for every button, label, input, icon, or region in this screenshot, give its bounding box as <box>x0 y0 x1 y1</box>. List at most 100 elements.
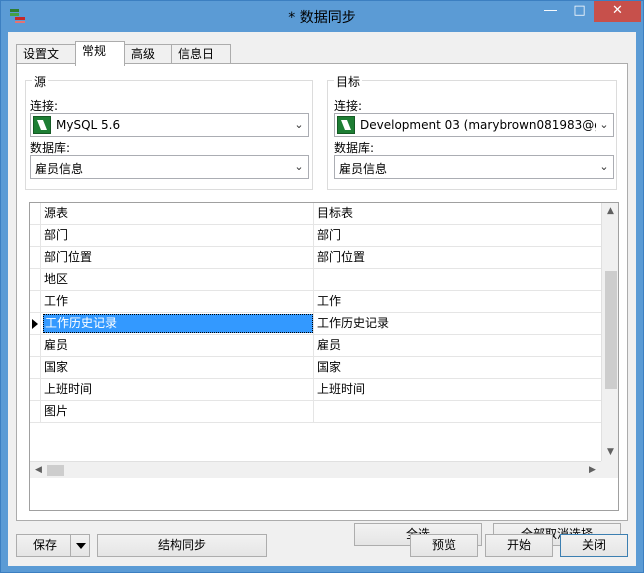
source-connection-value: MySQL 5.6 <box>56 118 121 132</box>
target-group: 目标 连接: Development 03 (marybrown081983@g… <box>327 73 617 190</box>
source-table-cell[interactable]: 上班时间 <box>42 379 314 401</box>
maximize-button[interactable]: □ <box>566 1 593 22</box>
header-source-table[interactable]: 源表 <box>42 203 314 225</box>
header-target-table[interactable]: 目标表 <box>315 203 601 225</box>
target-table-cell[interactable]: 工作历史记录 <box>315 313 601 335</box>
window-client-area: 设置文件 常规 高级 信息日志 源 连接: MySQL 5.6 ⌄ 数据库: 雇… <box>8 32 636 566</box>
source-table-name: 地区 <box>44 272 69 286</box>
start-button[interactable]: 开始 <box>485 534 553 557</box>
source-table-cell[interactable]: 图片 <box>42 401 314 423</box>
source-group: 源 连接: MySQL 5.6 ⌄ 数据库: 雇员信息 ⌄ <box>25 73 313 190</box>
table-row[interactable]: 部门位置 部门位置 <box>30 247 601 269</box>
target-database-label: 数据库: <box>334 141 375 155</box>
target-connection-select[interactable]: Development 03 (marybrown081983@gr ⌄ <box>334 113 614 137</box>
tab-profile[interactable]: 设置文件 <box>16 44 76 80</box>
horizontal-scrollbar[interactable]: ◀ ▶ <box>30 461 601 478</box>
table-row[interactable]: 图片 <box>30 401 601 423</box>
close-window-button[interactable]: ✕ <box>594 1 641 22</box>
target-table-cell[interactable]: 国家 <box>315 357 601 379</box>
scroll-down-icon[interactable]: ▼ <box>602 444 619 461</box>
chevron-down-icon: ⌄ <box>599 160 609 173</box>
preview-button[interactable]: 预览 <box>410 534 478 557</box>
source-database-select[interactable]: 雇员信息 ⌄ <box>30 155 309 179</box>
table-row[interactable]: 上班时间 上班时间 <box>30 379 601 401</box>
row-indicator-cell <box>30 357 41 379</box>
grid-header-row: 源表 目标表 <box>30 203 601 225</box>
source-connection-select[interactable]: MySQL 5.6 ⌄ <box>30 113 309 137</box>
source-database-label: 数据库: <box>30 141 71 155</box>
scroll-right-icon[interactable]: ▶ <box>584 462 601 479</box>
target-database-select[interactable]: 雇员信息 ⌄ <box>334 155 614 179</box>
table-row[interactable]: 部门 部门 <box>30 225 601 247</box>
tab-general[interactable]: 常规 <box>75 41 125 66</box>
tab-advanced[interactable]: 高级 <box>124 44 172 65</box>
row-indicator-cell <box>30 379 41 401</box>
source-table-name: 工作 <box>44 294 69 308</box>
close-button[interactable]: 关闭 <box>560 534 628 557</box>
table-row[interactable]: 工作 工作 <box>30 291 601 313</box>
horizontal-scroll-thumb[interactable] <box>47 465 64 476</box>
target-table-cell[interactable]: 工作 <box>315 291 601 313</box>
target-table-cell[interactable]: 雇员 <box>315 335 601 357</box>
scroll-up-icon[interactable]: ▲ <box>602 203 619 220</box>
scrollbar-corner <box>601 461 618 478</box>
target-connection-label: 连接: <box>334 99 363 113</box>
target-table-cell[interactable] <box>315 269 601 291</box>
tab-message-log[interactable]: 信息日志 <box>171 44 231 80</box>
connection-icon <box>337 116 355 134</box>
target-table-cell[interactable]: 上班时间 <box>315 379 601 401</box>
source-table-cell[interactable]: 工作 <box>42 291 314 313</box>
source-table-cell[interactable]: 地区 <box>42 269 314 291</box>
table-row[interactable]: 工作历史记录 工作历史记录 <box>30 313 601 335</box>
target-connection-value: Development 03 (marybrown081983@gr <box>360 118 596 132</box>
source-group-title: 源 <box>32 73 49 90</box>
source-table-cell[interactable]: 雇员 <box>42 335 314 357</box>
source-table-name: 图片 <box>44 404 69 418</box>
row-indicator-cell <box>30 247 41 269</box>
close-icon: ✕ <box>612 3 623 18</box>
data-sync-window: * 数据同步 ― □ ✕ 设置文件 常规 高级 信息日志 源 连接: <box>0 0 644 573</box>
source-table-cell[interactable]: 国家 <box>42 357 314 379</box>
target-group-title: 目标 <box>334 73 363 90</box>
save-button[interactable]: 保存 <box>16 534 90 557</box>
target-table-cell[interactable] <box>315 401 601 423</box>
vertical-scrollbar[interactable]: ▲ ▼ <box>601 203 618 461</box>
chevron-down-icon: ⌄ <box>294 160 304 173</box>
caret-down-icon <box>76 543 86 549</box>
structure-sync-button[interactable]: 结构同步 <box>97 534 267 557</box>
current-row-arrow-icon <box>32 319 38 329</box>
source-table-name: 部门位置 <box>44 250 93 264</box>
source-table-cell[interactable]: 部门位置 <box>42 247 314 269</box>
mysql-connection-icon <box>33 116 51 134</box>
table-row[interactable]: 雇员 雇员 <box>30 335 601 357</box>
minimize-button[interactable]: ― <box>537 1 564 22</box>
row-indicator-cell <box>30 335 41 357</box>
row-indicator-cell <box>30 269 41 291</box>
target-database-value: 雇员信息 <box>339 162 388 176</box>
vertical-scroll-thumb[interactable] <box>605 271 617 389</box>
table-mapping-grid: 源表 目标表 部门 部门 部门位置 部门位置 地区 工作 工作 工作历史记录 工作历史记录 雇员雇… <box>29 202 619 511</box>
target-table-cell[interactable]: 部门位置 <box>315 247 601 269</box>
scroll-left-icon[interactable]: ◀ <box>30 462 47 479</box>
table-row[interactable]: 国家 国家 <box>30 357 601 379</box>
target-table-cell[interactable]: 部门 <box>315 225 601 247</box>
row-indicator-cell <box>30 291 41 313</box>
general-tab-panel: 源 连接: MySQL 5.6 ⌄ 数据库: 雇员信息 ⌄ 目标 连接: Dev… <box>16 63 628 546</box>
minimize-icon: ― <box>544 3 557 18</box>
chevron-down-icon: ⌄ <box>599 118 609 131</box>
table-row[interactable]: 地区 <box>30 269 601 291</box>
source-table-cell[interactable]: 工作历史记录 <box>42 313 314 335</box>
grid-rows-area: 源表 目标表 部门 部门 部门位置 部门位置 地区 工作 工作 工作历史记录 工作历史记录 雇员雇… <box>30 203 601 461</box>
source-connection-label: 连接: <box>30 99 59 113</box>
source-table-name: 国家 <box>44 360 69 374</box>
source-table-name: 雇员 <box>44 338 69 352</box>
source-table-name: 部门 <box>44 228 69 242</box>
source-table-cell[interactable]: 部门 <box>42 225 314 247</box>
title-bar[interactable]: * 数据同步 ― □ ✕ <box>1 1 643 31</box>
save-button-label: 保存 <box>33 538 58 552</box>
chevron-down-icon: ⌄ <box>294 118 304 131</box>
row-indicator-cell <box>30 401 41 423</box>
save-options-dropdown[interactable] <box>70 535 89 556</box>
header-indicator-cell <box>30 203 41 225</box>
row-indicator-cell <box>30 225 41 247</box>
